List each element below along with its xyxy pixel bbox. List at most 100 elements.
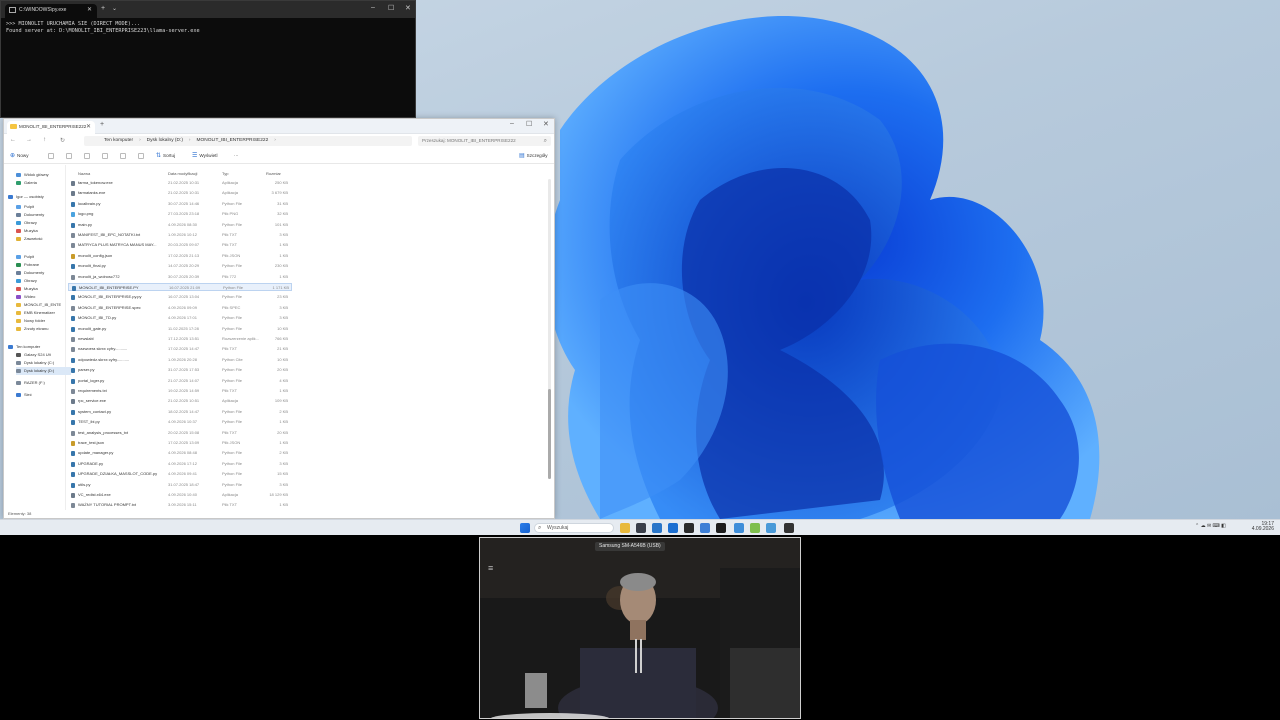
- app-icon[interactable]: [716, 523, 726, 533]
- file-row[interactable]: logo.png 27.03.2025 23:18 Plik PNG 32 KB: [68, 210, 292, 218]
- console-tab[interactable]: C:\WINDOWS\py.exe ✕: [5, 4, 97, 18]
- paste-icon[interactable]: [84, 153, 90, 159]
- column-header-date[interactable]: Data modyfikacji: [168, 171, 197, 177]
- file-row[interactable]: test_analysis_processes_txt 20.02.2025 15…: [68, 429, 292, 437]
- scrollbar-thumb[interactable]: [548, 389, 551, 479]
- column-header-name[interactable]: Nazwa: [78, 171, 90, 177]
- up-icon[interactable]: ↑: [43, 137, 46, 143]
- mail-icon[interactable]: [668, 523, 678, 533]
- chrome-icon[interactable]: [700, 523, 710, 533]
- sidebar-item[interactable]: Obrazy: [16, 277, 37, 285]
- sidebar-item[interactable]: RAZER (F:): [16, 379, 45, 387]
- sidebar-item[interactable]: Zawartość: [16, 235, 42, 243]
- new-tab-icon[interactable]: +: [101, 5, 105, 12]
- column-header-type[interactable]: Typ: [222, 171, 228, 177]
- file-row[interactable]: monolit_ja_wolnosc772 30.07.2025 20:39 Pli…: [68, 273, 292, 281]
- file-row[interactable]: portal_loger.py 21.07.2025 14:07 Python Fi…: [68, 377, 292, 385]
- close-tab-icon[interactable]: ✕: [86, 121, 91, 133]
- taskbar-search[interactable]: ⌕ Wyszukaj: [534, 523, 614, 533]
- file-row[interactable]: WAŻNY TUTORIAL PROMPT.txt 3.09.2026 15:11…: [68, 501, 292, 509]
- file-row[interactable]: monolit_config.json 17.02.2025 21:13 Plik …: [68, 252, 292, 260]
- file-row[interactable]: TEST_ibi.py 4.09.2026 10:37 Python File 1 K…: [68, 418, 292, 426]
- maximize-icon[interactable]: ☐: [526, 120, 532, 128]
- file-row[interactable]: utils.py 31.07.2025 18:47 Python File 3 KB: [68, 481, 292, 489]
- file-row[interactable]: farma_tokenow.exe 21.02.2025 10:31 Aplikac…: [68, 179, 292, 187]
- delete-icon[interactable]: [138, 153, 144, 159]
- close-tab-icon[interactable]: ✕: [87, 4, 92, 16]
- search-input[interactable]: Przeszukaj: MONOLIT_IBI_ENTERPRISE222 ⌕: [418, 136, 551, 146]
- files-icon[interactable]: [620, 523, 630, 533]
- sidebar-item[interactable]: Muzyka: [16, 227, 38, 235]
- forward-icon[interactable]: →: [26, 137, 32, 143]
- refresh-icon[interactable]: ↻: [60, 137, 65, 144]
- file-row[interactable]: MONOLIT_IBI_ENTERPRISE.spec 4.09.2026 09:…: [68, 304, 292, 312]
- file-row[interactable]: UPGRADE_DZIAŁKA_MASSLOT_CODE.py 4.09.2026…: [68, 470, 292, 478]
- sidebar-item[interactable]: Sieć: [16, 391, 32, 399]
- details-button[interactable]: ▤ Szczegóły: [519, 152, 548, 160]
- file-row[interactable]: system_contact.py 18.02.2025 14:47 Python …: [68, 408, 292, 416]
- file-row[interactable]: trace_test.json 17.02.2025 13:09 Plik JSON…: [68, 439, 292, 447]
- sidebar-item[interactable]: Obrazy: [16, 219, 37, 227]
- address-bar[interactable]: Ten komputer › Dysk lokalny (D:) › MONOLIT_I…: [84, 136, 412, 146]
- file-row[interactable]: nazwoera skrxx cyfry........... 17.02.202…: [68, 345, 292, 353]
- file-row[interactable]: UPGRADE.py 4.09.2026 17:12 Python File 3 KB: [68, 460, 292, 468]
- more-options-button[interactable]: ···: [234, 152, 239, 160]
- cut-icon[interactable]: [48, 153, 54, 159]
- navigation-pane[interactable]: Widok główny Galeria Igor — osobisty Pulpit…: [4, 165, 71, 510]
- new-button[interactable]: ⊕ Nowy: [10, 152, 29, 160]
- sidebar-item[interactable]: Igor — osobisty: [8, 193, 44, 201]
- file-row[interactable]: update_manager.py 4.09.2026 08:48 Python F…: [68, 449, 292, 457]
- file-row[interactable]: rpc_service.exe 21.02.2025 10:51 Aplikacja…: [68, 397, 292, 405]
- sidebar-item[interactable]: Dokumenty: [16, 211, 44, 219]
- file-row[interactable]: MONOLIT_IBI_ENTERPRISE.PY 16.07.2025 21:0…: [68, 283, 292, 291]
- store-icon[interactable]: [766, 523, 776, 533]
- minimize-icon[interactable]: –: [510, 120, 514, 127]
- notepad-icon[interactable]: [750, 523, 760, 533]
- folder-icon[interactable]: [734, 523, 744, 533]
- close-icon[interactable]: ✕: [405, 4, 411, 12]
- sidebar-item[interactable]: Galaxy S24 Ult: [16, 351, 51, 359]
- sidebar-item[interactable]: Galeria: [16, 179, 37, 187]
- start-icon[interactable]: [520, 523, 530, 533]
- rename-icon[interactable]: [102, 153, 108, 159]
- breadcrumb-item[interactable]: Ten komputer: [104, 138, 133, 143]
- hamburger-icon[interactable]: ≡: [488, 564, 498, 573]
- close-icon[interactable]: ✕: [543, 120, 549, 128]
- sidebar-item[interactable]: EMB Kinematizer: [16, 309, 55, 317]
- chevron-down-icon[interactable]: ⌄: [112, 5, 117, 12]
- file-row[interactable]: monolit_gate.py 11.02.2025 17:28 Python Fi…: [68, 325, 292, 333]
- file-row[interactable]: localbrain.py 30.07.2025 14:46 Python File…: [68, 200, 292, 208]
- sidebar-item[interactable]: Wideo: [16, 293, 35, 301]
- sidebar-item[interactable]: Zrzuty ekranu: [16, 325, 48, 333]
- file-row[interactable]: MANIFEST_IBI_EPC_NOTATKI.txt 1.09.2026 10…: [68, 231, 292, 239]
- sidebar-item[interactable]: Widok główny: [16, 171, 49, 179]
- sidebar-item[interactable]: Dysk lokalny (C:): [16, 359, 54, 367]
- explorer-tab[interactable]: MONOLIT_IBI_ENTERPRISE222 ✕: [7, 121, 95, 134]
- file-explorer-window[interactable]: MONOLIT_IBI_ENTERPRISE222 ✕ + – ☐ ✕ ← → …: [3, 118, 555, 519]
- breadcrumb-item[interactable]: Dysk lokalny (D:): [147, 138, 183, 143]
- sort-button[interactable]: ⇅ Sortuj: [156, 152, 175, 160]
- file-row[interactable]: MONOLIT_IBI_TD.py 4.09.2026 17:01 Python F…: [68, 314, 292, 322]
- sidebar-item[interactable]: Pobrane: [16, 261, 39, 269]
- share-icon[interactable]: [120, 153, 126, 159]
- console-window[interactable]: C:\WINDOWS\py.exe ✕ + ⌄ – ☐ ✕ >>> MIONOL…: [0, 0, 416, 118]
- file-row[interactable]: newslabl 17.12.2025 13:51 Rozszerzenie apl…: [68, 335, 292, 343]
- file-row[interactable]: farmatanks.exe 21.02.2025 10:31 Aplikacja 3…: [68, 189, 292, 197]
- sidebar-item[interactable]: Dokumenty: [16, 269, 44, 277]
- view-button[interactable]: ☰ Wyświetl: [192, 152, 217, 160]
- file-row[interactable]: MONOLIT_IBI_ENTERPRISE.py.py 16.07.2025 1…: [68, 293, 292, 301]
- obs-icon[interactable]: [684, 523, 694, 533]
- terminal-icon[interactable]: [784, 523, 794, 533]
- breadcrumb-item[interactable]: MONOLIT_IBI_ENTERPRISE222: [197, 138, 269, 143]
- file-row[interactable]: requirements.txt 19.02.2025 14:59 Plik TXT…: [68, 387, 292, 395]
- file-row[interactable]: MATRYCA PLUS MATRYCA MANUS MAY... 20.03.2…: [68, 241, 292, 249]
- console-output[interactable]: >>> MIONOLIT URUCHAMIA SIE (DIRECT MODE)…: [1, 18, 415, 38]
- column-header-size[interactable]: Rozmiar: [266, 171, 281, 177]
- file-row[interactable]: odpowiedz.skrxx cyfry........... 1.09.202…: [68, 356, 292, 364]
- system-tray-icons[interactable]: ⌃ ☁ ✉ ⌨ ◧: [1195, 524, 1237, 529]
- sidebar-item[interactable]: Nowy folder: [16, 317, 45, 325]
- back-icon[interactable]: ←: [10, 137, 16, 143]
- sidebar-item[interactable]: Dysk lokalny (D:): [16, 367, 71, 375]
- taskview-icon[interactable]: [636, 523, 646, 533]
- sidebar-item[interactable]: Pulpit: [16, 203, 34, 211]
